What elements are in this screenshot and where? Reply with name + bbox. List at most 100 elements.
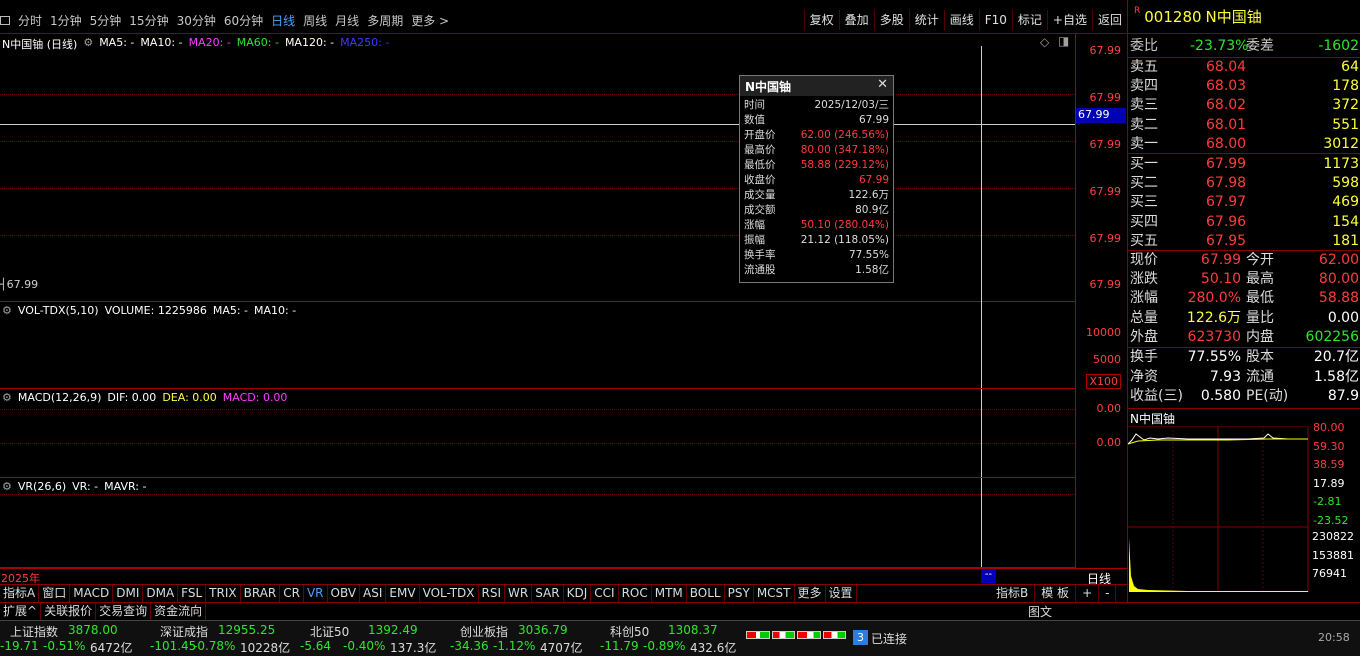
tool-button[interactable]: 多股 xyxy=(873,10,909,30)
settings-icon[interactable]: ⚙ xyxy=(2,391,12,404)
tool-button[interactable]: 画线 xyxy=(943,10,979,30)
indicator-tab[interactable]: 设置 xyxy=(826,585,857,602)
indicator-tab[interactable]: CR xyxy=(280,585,304,602)
indicator-tab[interactable]: 指标A xyxy=(0,585,40,602)
order-book-row[interactable]: 买一 67.99 1173 xyxy=(1128,155,1360,174)
y-tick: 67.99 xyxy=(1089,278,1122,291)
level-label: 卖四 xyxy=(1130,78,1158,95)
indicator-tab[interactable]: MTM xyxy=(652,585,687,602)
order-book-row[interactable]: 买三 67.97 469 xyxy=(1128,193,1360,212)
tool-button[interactable]: 复权 xyxy=(803,10,839,30)
indicator-tab[interactable]: - xyxy=(1099,585,1117,602)
indicator-tab[interactable]: SAR xyxy=(532,585,564,602)
indicator-tab[interactable]: 窗口 xyxy=(39,585,71,602)
indicator-tab[interactable]: WR xyxy=(505,585,533,602)
period-tab[interactable]: 15分钟 xyxy=(125,12,172,29)
indicator-tab[interactable]: KDJ xyxy=(564,585,592,602)
indicator-tab[interactable]: OBV xyxy=(328,585,361,602)
macd-panel[interactable]: ⚙ MACD(12,26,9) DIF: 0.00 DEA: 0.00 MACD… xyxy=(0,389,1075,478)
extras-tab[interactable]: 交易查询 xyxy=(96,603,152,620)
order-book-row[interactable]: 买五 67.95 181 xyxy=(1128,232,1360,251)
popup-key: 成交量 xyxy=(744,189,776,201)
index-name[interactable]: 北证50 xyxy=(310,623,349,640)
extras-tab[interactable]: 资金流向 xyxy=(151,603,207,620)
indicator-tab[interactable]: DMA xyxy=(143,585,179,602)
period-tab[interactable]: 日线 xyxy=(267,12,299,29)
index-name[interactable]: 深证成指 xyxy=(160,623,208,640)
indicator-tab[interactable]: BRAR xyxy=(241,585,281,602)
diamond-icon[interactable]: ◇ xyxy=(1040,35,1049,49)
period-tab[interactable]: 周线 xyxy=(299,12,331,29)
indicator-tab[interactable]: VR xyxy=(304,585,328,602)
order-book-row[interactable]: 买四 67.96 154 xyxy=(1128,213,1360,232)
indicator-tab[interactable]: FSL xyxy=(178,585,207,602)
period-tab[interactable]: 5分钟 xyxy=(86,12,126,29)
vr-panel[interactable]: ⚙ VR(26,6) VR: - MAVR: - xyxy=(0,478,1075,568)
settings-icon[interactable]: ⚙ xyxy=(2,480,12,493)
order-book-row[interactable]: 卖一 68.00 3012 xyxy=(1128,135,1360,154)
indicator-tab[interactable]: CCI xyxy=(591,585,619,602)
volume-panel[interactable]: ⚙ VOL-TDX(5,10) VOLUME: 1225986 MA5: - M… xyxy=(0,302,1075,389)
tool-button[interactable]: F10 xyxy=(978,10,1012,30)
period-tab[interactable]: 1分钟 xyxy=(46,12,86,29)
tool-button[interactable]: 返回 xyxy=(1091,10,1127,30)
stat-value: 67.99 xyxy=(1200,252,1241,268)
indicator-tab[interactable]: 指标B xyxy=(990,585,1036,602)
close-icon[interactable]: ✕ xyxy=(877,77,888,92)
indicator-tab[interactable]: RSI xyxy=(479,585,506,602)
period-tab[interactable]: 多周期 xyxy=(363,12,407,29)
indicator-tab[interactable]: 更多 xyxy=(795,585,826,602)
extras-tab[interactable]: 扩展^ xyxy=(0,603,42,620)
popup-key: 换手率 xyxy=(744,249,776,261)
level-label: 买四 xyxy=(1130,213,1158,230)
indicator-tab[interactable]: 模 板 xyxy=(1035,585,1077,602)
indicator-tab[interactable]: ASI xyxy=(360,585,387,602)
indicator-tab[interactable]: MACD xyxy=(70,585,114,602)
stock-code: 001280 xyxy=(1144,7,1202,26)
order-book-row[interactable]: 卖三 68.02 372 xyxy=(1128,96,1360,115)
order-book-row[interactable]: 卖五 68.04 64 xyxy=(1128,58,1360,77)
connection-count[interactable]: 3 xyxy=(853,630,868,645)
indicator-tab[interactable]: TRIX xyxy=(206,585,241,602)
period-tab[interactable]: 分时 xyxy=(14,12,46,29)
indicator-tab[interactable]: BOLL xyxy=(687,585,725,602)
indicator-tab[interactable]: MCST xyxy=(754,585,795,602)
level-volume: 3012 xyxy=(1323,135,1359,152)
index-change: -19.71 xyxy=(0,639,39,653)
popup-row: 换手率 77.55% xyxy=(740,248,893,263)
settings-icon[interactable]: ⚙ xyxy=(83,36,93,52)
stat-value: 87.9 xyxy=(1327,388,1359,404)
indicator-tab[interactable]: PSY xyxy=(725,585,754,602)
settings-icon[interactable]: ⚙ xyxy=(2,304,12,317)
order-book-row[interactable]: 卖四 68.03 178 xyxy=(1128,77,1360,96)
level-volume: 598 xyxy=(1332,175,1359,192)
index-amount: 432.6亿 xyxy=(690,641,737,655)
index-name[interactable]: 科创50 xyxy=(610,623,649,640)
kline-panel[interactable]: N中国铀 (日线) ⚙ MA5: - MA10: - MA20: - MA60: - M… xyxy=(0,34,1075,302)
level-price: 67.99 xyxy=(1206,156,1247,172)
indicator-tab[interactable]: DMI xyxy=(113,585,144,602)
indicator-tab[interactable]: ROC xyxy=(619,585,652,602)
menu-icon[interactable] xyxy=(0,15,10,25)
extras-tab[interactable]: 关联报价 xyxy=(41,603,97,620)
indicator-tab[interactable]: VOL-TDX xyxy=(420,585,479,602)
period-tab[interactable]: 月线 xyxy=(331,12,363,29)
indicator-tab[interactable]: + xyxy=(1076,585,1100,602)
tool-button[interactable]: 标记 xyxy=(1011,10,1047,30)
popup-key: 数值 xyxy=(744,114,765,126)
tool-button[interactable]: 叠加 xyxy=(838,10,874,30)
order-book-row[interactable]: 买二 67.98 598 xyxy=(1128,174,1360,193)
window-icon[interactable]: ◨ xyxy=(1058,34,1069,48)
tuwen-tab[interactable]: 图文 xyxy=(1028,603,1052,620)
tool-button[interactable]: 统计 xyxy=(908,10,944,30)
indicator-tab[interactable]: EMV xyxy=(386,585,420,602)
index-amount: 137.3亿 xyxy=(390,641,437,655)
period-tab[interactable]: 60分钟 xyxy=(220,12,267,29)
index-name[interactable]: 上证指数 xyxy=(10,623,58,640)
tool-button[interactable]: +自选 xyxy=(1046,10,1092,30)
period-tab[interactable]: 30分钟 xyxy=(173,12,220,29)
index-name[interactable]: 创业板指 xyxy=(460,623,508,640)
period-tab[interactable]: 更多 > xyxy=(407,12,453,29)
order-book-row[interactable]: 卖二 68.01 551 xyxy=(1128,116,1360,135)
y-tick: 0.00 xyxy=(1096,402,1122,415)
